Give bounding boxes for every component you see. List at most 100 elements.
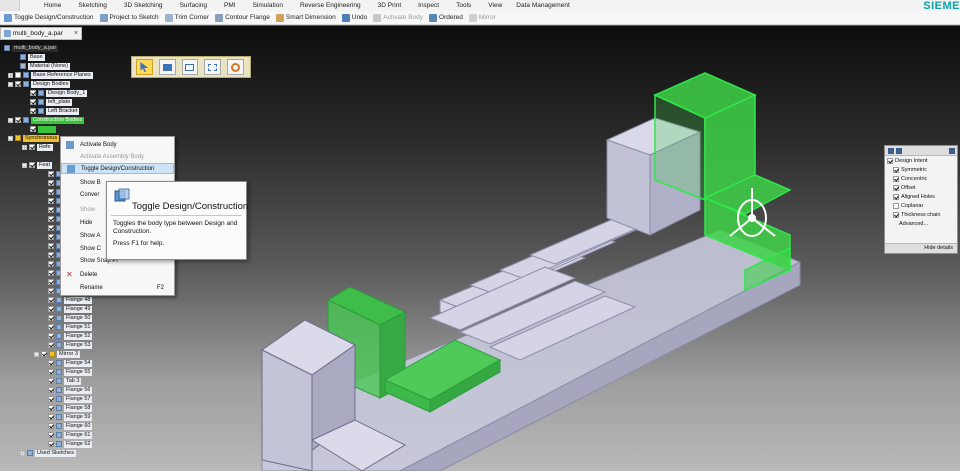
- tree-item-flange[interactable]: Flange 52: [48, 332, 93, 340]
- visibility-checkbox[interactable]: [48, 342, 54, 348]
- mirror-button[interactable]: Mirror: [468, 13, 496, 22]
- visibility-checkbox[interactable]: [48, 432, 54, 438]
- advanced-link[interactable]: Advanced...: [885, 219, 957, 228]
- intent-option-concentric[interactable]: Concentric: [885, 174, 957, 183]
- menu-inspect[interactable]: Inspect: [418, 2, 439, 9]
- menu-3d-print[interactable]: 3D Print: [378, 2, 401, 9]
- visibility-checkbox[interactable]: [48, 261, 54, 267]
- thickness-chain-checkbox[interactable]: [893, 211, 899, 218]
- visibility-checkbox[interactable]: [41, 351, 47, 357]
- select-tool-button[interactable]: [136, 59, 153, 75]
- tree-item-flange[interactable]: Flange 49: [48, 305, 93, 313]
- visibility-checkbox[interactable]: [48, 369, 54, 375]
- project-to-sketch-button[interactable]: Project to Sketch: [99, 13, 159, 22]
- ordered-button[interactable]: Ordered: [429, 13, 463, 22]
- region-select-button[interactable]: [204, 59, 222, 75]
- aligned-holes-checkbox[interactable]: [893, 193, 899, 200]
- tree-item-tab[interactable]: Tab 3: [48, 377, 82, 385]
- visibility-checkbox[interactable]: [30, 99, 36, 105]
- expand-toggle[interactable]: +: [22, 144, 27, 150]
- tree-item-base[interactable]: Base: [20, 53, 45, 61]
- visibility-checkbox[interactable]: [48, 189, 54, 195]
- tree-item-base-planes[interactable]: + Base Reference Planes: [8, 71, 93, 79]
- visibility-checkbox[interactable]: [15, 117, 21, 123]
- smart-dimension-button[interactable]: Smart Dimension: [275, 13, 336, 22]
- undo-button[interactable]: Undo: [341, 13, 367, 22]
- application-button[interactable]: [0, 0, 20, 11]
- tree-item-flange[interactable]: Flange 61: [48, 431, 93, 439]
- visibility-checkbox[interactable]: [48, 423, 54, 429]
- tree-item-flange[interactable]: Flange 56: [48, 386, 93, 394]
- visibility-checkbox[interactable]: [48, 171, 54, 177]
- symmetric-checkbox[interactable]: [893, 166, 899, 173]
- hide-details-button[interactable]: Hide details: [885, 243, 957, 253]
- tree-item-flange[interactable]: Flange 57: [48, 395, 93, 403]
- tree-item-left-plate[interactable]: left_plate: [30, 98, 73, 106]
- offset-checkbox[interactable]: [893, 184, 899, 191]
- intent-option-aligned-holes[interactable]: Aligned Holes: [885, 192, 957, 201]
- menu-home[interactable]: Home: [44, 2, 61, 9]
- visibility-checkbox[interactable]: [48, 324, 54, 330]
- visibility-checkbox[interactable]: [48, 288, 54, 294]
- concentric-checkbox[interactable]: [893, 175, 899, 182]
- visibility-checkbox[interactable]: [48, 270, 54, 276]
- menu-simulation[interactable]: Simulation: [253, 2, 283, 9]
- visibility-checkbox[interactable]: [29, 144, 35, 150]
- tree-item-features[interactable]: - Feat: [22, 161, 53, 169]
- document-tab[interactable]: multi_body_a.par ×: [0, 27, 82, 40]
- visibility-checkbox[interactable]: [48, 198, 54, 204]
- pin-icon[interactable]: [949, 147, 955, 154]
- menu-3d-sketching[interactable]: 3D Sketching: [124, 2, 163, 9]
- tree-item-construction-bodies[interactable]: - Construction Bodies: [8, 116, 85, 124]
- visibility-checkbox[interactable]: [48, 243, 54, 249]
- visibility-checkbox[interactable]: [15, 72, 21, 78]
- intent-option-symmetric[interactable]: Symmetric: [885, 165, 957, 174]
- design-intent-checkbox[interactable]: [887, 157, 893, 164]
- collapse-toggle[interactable]: -: [8, 135, 13, 141]
- tree-item-flange[interactable]: Flange 62: [48, 440, 93, 448]
- tree-item-design-bodies[interactable]: - Design Bodies: [8, 80, 71, 88]
- menu-tools[interactable]: Tools: [456, 2, 471, 9]
- expand-toggle[interactable]: +: [8, 72, 13, 78]
- menu-reverse-engineering[interactable]: Reverse Engineering: [300, 2, 361, 9]
- tree-item-mirror[interactable]: - Mirror 3: [34, 350, 80, 358]
- visibility-checkbox[interactable]: [30, 108, 36, 114]
- visibility-checkbox[interactable]: [48, 378, 54, 384]
- tree-item-flange[interactable]: Flange 51: [48, 323, 93, 331]
- visibility-checkbox[interactable]: [48, 405, 54, 411]
- visibility-checkbox[interactable]: [48, 207, 54, 213]
- visibility-checkbox[interactable]: [48, 216, 54, 222]
- visibility-checkbox[interactable]: [48, 360, 54, 366]
- intent-option-thickness-chain[interactable]: Thickness chain: [885, 210, 957, 219]
- tree-root[interactable]: multi_body_a.par: [4, 44, 59, 52]
- visibility-checkbox[interactable]: [48, 387, 54, 393]
- visibility-checkbox[interactable]: [48, 396, 54, 402]
- visibility-checkbox[interactable]: [48, 279, 54, 285]
- activate-body-button[interactable]: Activate Body: [373, 13, 423, 22]
- collapse-toggle[interactable]: -: [8, 81, 13, 87]
- tree-item-flange[interactable]: Flange 50: [48, 314, 93, 322]
- tree-item-flange[interactable]: Flange 53: [48, 341, 93, 349]
- trim-corner-button[interactable]: Trim Corner: [164, 13, 209, 22]
- tree-item-reference[interactable]: + Refe: [22, 143, 53, 151]
- contour-flange-button[interactable]: Contour Flange: [215, 13, 270, 22]
- intent-option-coplanar[interactable]: Coplanar: [885, 201, 957, 210]
- tree-item-construction-child[interactable]: [30, 125, 56, 133]
- menu-surfacing[interactable]: Surfacing: [180, 2, 207, 9]
- visibility-checkbox[interactable]: [48, 297, 54, 303]
- close-icon[interactable]: ×: [74, 30, 78, 37]
- tree-item-left-bracket[interactable]: Left Bracket: [30, 107, 80, 115]
- tree-item-flange[interactable]: Flange 59: [48, 413, 93, 421]
- menu-item-activate-body[interactable]: Activate Body: [61, 139, 174, 150]
- expand-toggle[interactable]: +: [20, 450, 25, 456]
- visibility-checkbox[interactable]: [48, 315, 54, 321]
- tree-item-design-body-1[interactable]: Design Body_1: [30, 89, 88, 97]
- window-select-button[interactable]: [181, 59, 199, 75]
- tree-item-flange[interactable]: Flange 48: [48, 296, 93, 304]
- visibility-checkbox[interactable]: [48, 252, 54, 258]
- menu-data-management[interactable]: Data Management: [516, 2, 569, 9]
- menu-item-delete[interactable]: ✕ Delete: [61, 269, 174, 280]
- tree-item-flange[interactable]: Flange 58: [48, 404, 93, 412]
- menu-item-toggle-design-construction[interactable]: Toggle Design/Construction: [61, 163, 174, 174]
- menu-item-activate-assembly-body[interactable]: Activate Assembly Body: [61, 151, 174, 162]
